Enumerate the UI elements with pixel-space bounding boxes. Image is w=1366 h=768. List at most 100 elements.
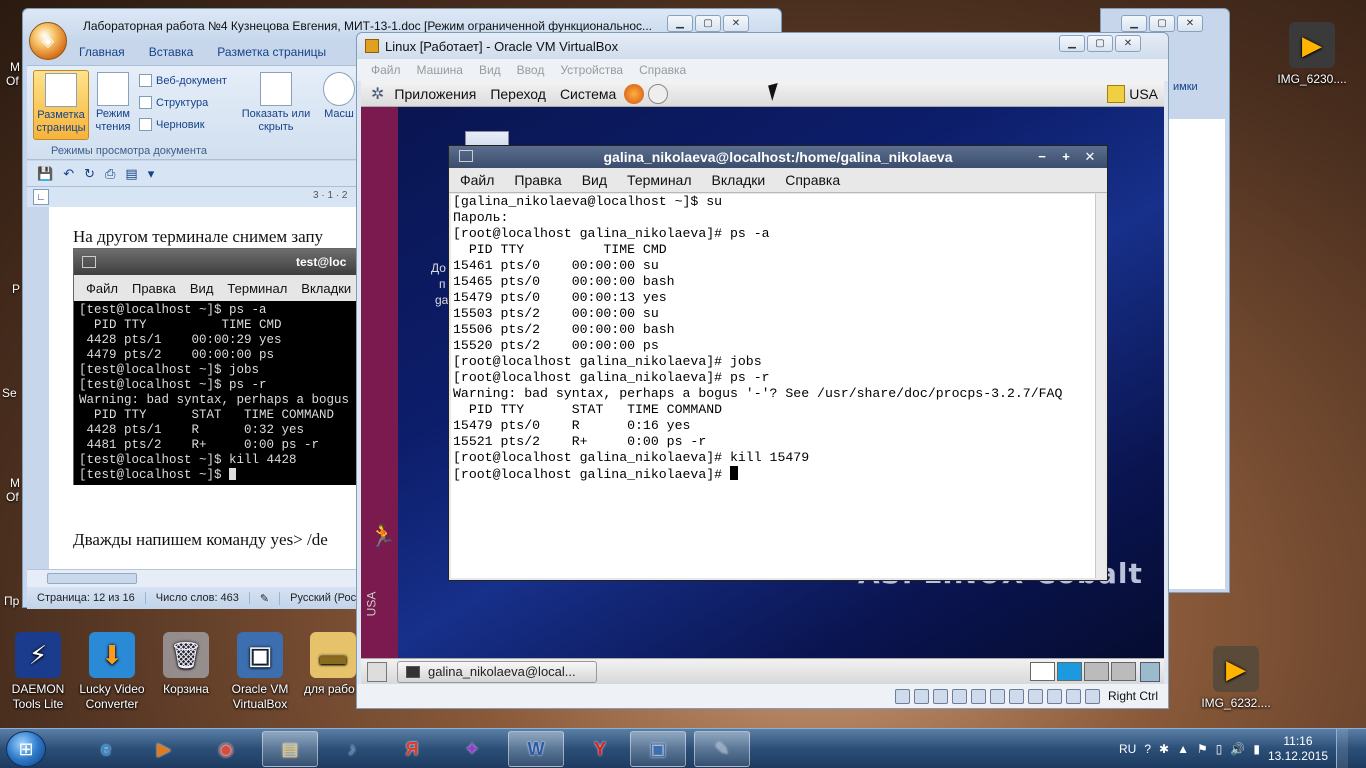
firefox-icon[interactable] [624,83,645,104]
display-icon[interactable] [989,688,1005,704]
menu-file[interactable]: Файл [460,172,494,188]
menu-view[interactable]: Вид [479,63,501,77]
paste-icon[interactable]: ▤ [125,166,137,182]
menu-devices[interactable]: Устройства [560,63,623,77]
maximize-icon[interactable]: ▢ [695,15,721,32]
taskbar-item[interactable]: ✦ [444,731,500,767]
terminal-titlebar[interactable]: galina_nikolaeva@localhost:/home/galina_… [449,146,1107,168]
help-icon[interactable]: ? [1144,742,1151,756]
taskbar-item[interactable]: ▣ [630,731,686,767]
draft-button[interactable]: Черновик [139,118,205,131]
shared-folders-icon[interactable] [970,688,986,704]
desktop-icon-img-6232[interactable]: ▶ IMG_6232.... [1198,646,1274,711]
minimize-icon[interactable]: ▁ [1121,15,1147,32]
undo-icon[interactable]: ↶ [63,166,74,182]
page-layout-button[interactable]: Разметка страницы [33,70,89,140]
print-preview-icon[interactable]: ⎙ [105,166,115,182]
desktop-icon-folder[interactable]: ▬ для рабо [296,632,356,697]
tab-stop-icon[interactable]: ∟ [33,189,49,205]
keyboard-layout[interactable]: USA [1129,86,1158,102]
desktop-icon-lucky-video[interactable]: ⬇ Lucky Video Converter [74,632,150,712]
menu-terminal[interactable]: Терминал [627,172,691,188]
workspace-4[interactable] [1111,662,1136,681]
show-hide-button[interactable]: Показать или скрыть [241,72,311,134]
floppy-icon[interactable] [932,688,948,704]
menu-edit[interactable]: Правка [514,172,561,188]
desktop-icon-recycle-bin[interactable]: 🗑 Корзина [148,632,224,697]
taskbar-item[interactable]: Y [572,731,628,767]
menu-help[interactable]: Справка [639,63,686,77]
close-icon[interactable]: ✕ [1079,148,1101,165]
virtualization-icon[interactable] [1046,688,1062,704]
show-desktop-button[interactable] [1336,729,1348,768]
recording-icon[interactable] [1027,688,1043,704]
action-center-icon[interactable]: ⚑ [1197,742,1208,756]
battery-icon[interactable]: ▯ [1216,742,1223,756]
cd-icon[interactable] [913,688,929,704]
spellcheck-icon[interactable]: ✎ [250,591,281,605]
terminal-output[interactable]: [galina_nikolaeva@localhost ~]$ su Пароль… [451,194,1095,578]
taskbar-terminal-button[interactable]: galina_nikolaeva@local... [397,660,597,683]
panel-menu-system[interactable]: Система [560,86,616,102]
maximize-icon[interactable]: ▢ [1149,15,1175,32]
tab-home[interactable]: Главная [79,45,125,59]
workspace-3[interactable] [1084,662,1109,681]
network-signal-icon[interactable]: ▮ [1253,742,1260,756]
menu-machine[interactable]: Машина [417,63,463,77]
scrollbar-thumb[interactable] [47,573,137,584]
taskbar-item[interactable]: ▤ [262,731,318,767]
word-count[interactable]: Число слов: 463 [146,592,250,604]
structure-button[interactable]: Структура [139,96,208,109]
taskbar-item[interactable]: ▶ [136,731,192,767]
close-icon[interactable]: ✕ [1177,15,1203,32]
desktop-icon-img-6230[interactable]: ▶ IMG_6230.... [1274,22,1350,87]
keyboard-capture-icon[interactable] [1084,688,1100,704]
terminal-window[interactable]: galina_nikolaeva@localhost:/home/galina_… [448,145,1108,581]
menu-tabs[interactable]: Вкладки [712,172,766,188]
close-icon[interactable]: ✕ [1115,35,1141,52]
taskbar-item[interactable]: W [508,731,564,767]
hard-disk-icon[interactable] [894,688,910,704]
redo-icon[interactable]: ↻ [84,166,95,182]
vbox-titlebar[interactable]: Linux [Работает] - Oracle VM VirtualBox [357,33,1168,59]
usb-icon[interactable] [951,688,967,704]
minimize-icon[interactable]: ▁ [667,15,693,32]
start-button[interactable]: ⊞ [6,731,46,767]
gnome-menu-icon[interactable]: ✲ [371,84,384,104]
bluetooth-icon[interactable]: ✱ [1159,742,1169,756]
terminal-scrollbar[interactable] [1095,194,1105,578]
desktop-icon-daemon-tools[interactable]: ⚡ DAEMON Tools Lite [0,632,76,712]
trash-icon[interactable] [1140,661,1160,682]
taskbar-item[interactable]: e [78,731,134,767]
desktop-icon-virtualbox[interactable]: ▣ Oracle VM VirtualBox [222,632,298,712]
maximize-icon[interactable]: + [1055,148,1077,165]
show-desktop-icon[interactable] [367,661,387,682]
taskbar-item[interactable]: Я [384,731,440,767]
zoom-button[interactable]: Масш [319,72,359,121]
volume-icon[interactable]: 🔊 [1230,742,1245,756]
taskbar-item[interactable]: ✎ [694,731,750,767]
page-counter[interactable]: Страница: 12 из 16 [27,592,146,604]
tab-page-layout[interactable]: Разметка страницы [217,45,326,59]
panel-menu-places[interactable]: Переход [490,86,546,102]
mail-icon[interactable] [648,83,669,104]
workspace-1[interactable] [1030,662,1055,681]
menu-help[interactable]: Справка [785,172,840,188]
workspace-2[interactable] [1057,662,1082,681]
save-icon[interactable]: 💾 [37,166,53,182]
customize-qat-icon[interactable]: ▾ [148,166,155,182]
web-document-button[interactable]: Веб-документ [139,74,227,87]
panel-menu-applications[interactable]: Приложения [394,86,476,102]
menu-file[interactable]: Файл [371,63,401,77]
taskbar-item[interactable]: ◉ [198,731,254,767]
minimize-icon[interactable]: − [1031,148,1053,165]
clock[interactable]: 11:16 13.12.2015 [1268,734,1328,764]
reading-mode-button[interactable]: Режим чтения [91,72,135,134]
tab-insert[interactable]: Вставка [149,45,194,59]
maximize-icon[interactable]: ▢ [1087,35,1113,52]
close-icon[interactable]: ✕ [723,15,749,32]
taskbar-item[interactable]: ♪ [324,731,380,767]
minimize-icon[interactable]: ▁ [1059,35,1085,52]
input-language[interactable]: RU [1119,742,1136,756]
office-button[interactable]: ◈ [29,22,67,60]
